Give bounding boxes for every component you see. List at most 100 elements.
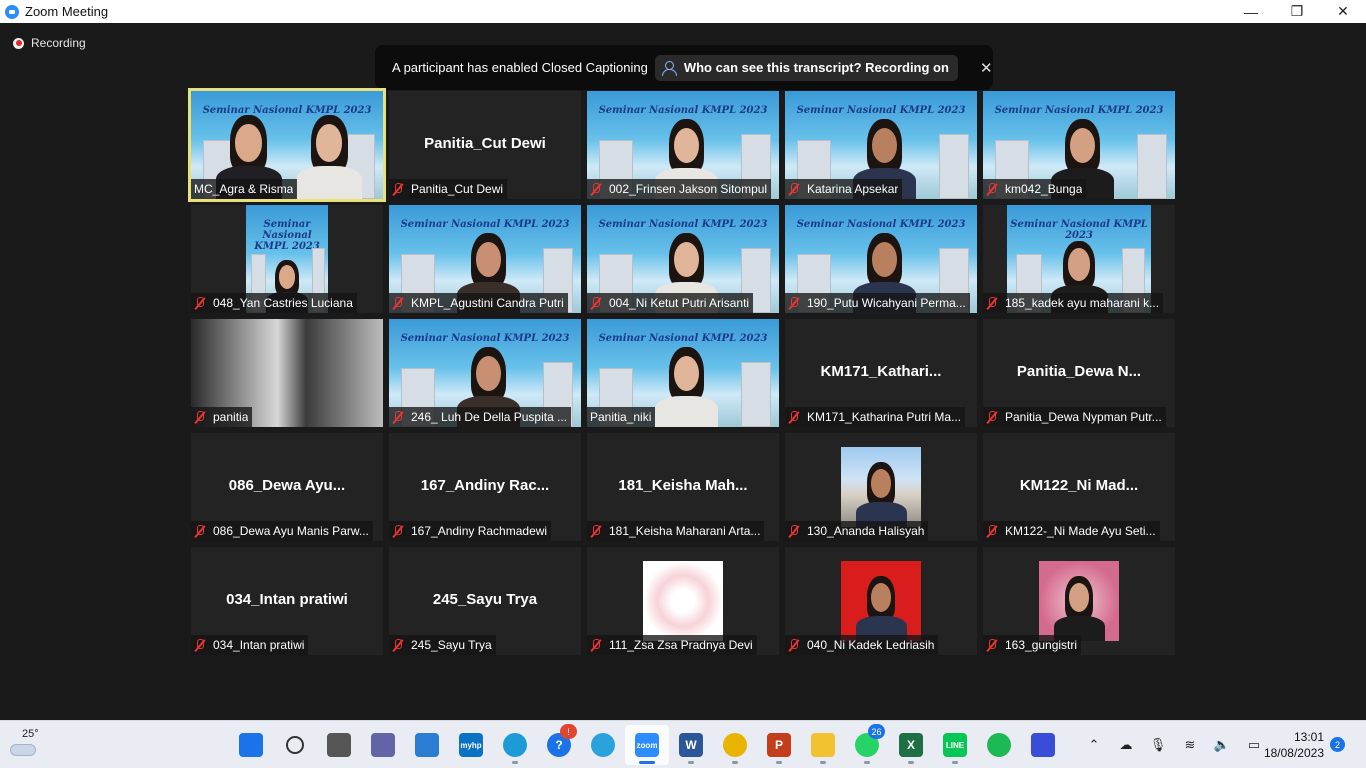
whatsapp-taskbar-button[interactable]: 26 [845,724,889,765]
word-taskbar-button[interactable]: W [669,725,713,765]
profile-picture [841,561,921,641]
participant-name-bar: 034_Intan pratiwi [191,635,309,655]
participant-name-bar: KM122-_Ni Made Ayu Seti... [983,521,1160,541]
microphone-icon[interactable]: 🎙 [1142,725,1174,765]
start-taskbar-button[interactable] [229,725,273,765]
video-background-text: Seminar Nasional KMPL 2023 [254,219,320,252]
edge-taskbar-button[interactable] [493,725,537,765]
participant-name-bar: Katarina Apsekar [785,179,903,199]
participant-tile[interactable]: Panitia_Cut Dewi Panitia_Cut Dewi [389,91,581,199]
close-button[interactable]: ✕ [1320,0,1366,23]
participant-tile[interactable]: Seminar Nasional KMPL 2023 048_Yan Castri… [191,205,383,313]
profile-picture [841,447,921,527]
running-indicator [908,761,914,764]
file-explorer-taskbar-button[interactable] [801,725,845,765]
close-banner-icon[interactable]: ✕ [980,59,993,77]
running-indicator [776,761,782,764]
participant-avatar-name: 167_Andiny Rac... [420,477,550,494]
participant-tile[interactable]: 034_Intan pratiwi 034_Intan pratiwi [191,547,383,655]
participant-name-bar: 181_Keisha Maharani Arta... [587,521,765,541]
participant-name: km042_Bunga [1005,182,1083,196]
participant-tile[interactable]: Panitia_Dewa N... Panitia_Dewa Nypman Put… [983,319,1175,427]
participant-tile[interactable]: KM171_Kathari... KM171_Katharina Putri Ma… [785,319,977,427]
participant-tile[interactable]: Seminar Nasional KMPL 2023 002_Frinsen Ja… [587,91,779,199]
participant-tile[interactable]: Seminar Nasional KMPL 2023 Panitia_niki [587,319,779,427]
mic-muted-icon [392,410,404,424]
participant-tile[interactable]: 163_gungistri [983,547,1175,655]
maximize-button[interactable]: ❐ [1274,0,1320,23]
participant-name: Panitia_Cut Dewi [411,182,504,196]
mic-muted-icon [392,296,404,310]
store-icon [415,733,439,757]
onedrive-icon[interactable]: ☁ [1110,725,1142,765]
participant-name-bar: Panitia_Cut Dewi [389,179,508,199]
participant-tile[interactable]: Seminar Nasional KMPL 2023 MC_Agra & Rism… [188,88,386,202]
background-building [740,362,772,427]
line-icon: LINE [943,733,967,757]
participant-tile[interactable]: panitia [191,319,383,427]
excel-icon: X [899,733,923,757]
store-taskbar-button[interactable] [405,725,449,765]
recording-indicator[interactable]: Recording [13,36,86,50]
minimize-button[interactable]: — [1228,0,1274,23]
participant-tile[interactable]: Seminar Nasional KMPL 2023 185_kadek ayu … [983,205,1175,313]
participant-name-bar: Panitia_Dewa Nypman Putr... [983,407,1166,427]
zoom-icon: zoom [635,733,659,757]
myhp-taskbar-button[interactable]: myhp [449,725,493,765]
telegram-taskbar-button[interactable] [581,725,625,765]
participant-name-bar: 245_Sayu Trya [389,635,496,655]
running-indicator [688,761,694,764]
participant-tile[interactable]: 111_Zsa Zsa Pradnya Devi [587,547,779,655]
search-taskbar-button[interactable] [273,725,317,765]
participant-tile[interactable]: Seminar Nasional KMPL 2023 004_Ni Ketut P… [587,205,779,313]
participant-tile[interactable]: 245_Sayu Trya 245_Sayu Trya [389,547,581,655]
mic-muted-icon [788,524,800,538]
mic-muted-icon [194,410,206,424]
notification-badge[interactable]: 2 [1330,737,1345,752]
participant-tile[interactable]: KM122_Ni Mad... KM122-_Ni Made Ayu Seti..… [983,433,1175,541]
powerpoint-icon: P [767,733,791,757]
participant-name: 034_Intan pratiwi [213,638,305,652]
participant-name-bar: 163_gungistri [983,635,1082,655]
clock-time: 13:01 [1293,730,1324,744]
participant-tile[interactable]: Seminar Nasional KMPL 2023 KMPL_Agustini … [389,205,581,313]
wondershare-taskbar-button[interactable] [1021,725,1065,765]
weather-widget[interactable]: 25° [8,727,48,763]
wifi-icon[interactable]: ≋ [1174,725,1206,765]
chevron-up-icon[interactable]: ⌃ [1078,725,1110,765]
help-taskbar-button[interactable]: ?! [537,724,581,765]
taskbar-apps: myhp?! zoom W P 26 X LINE [229,724,1065,765]
participant-tile[interactable]: Seminar Nasional KMPL 2023 km042_Bunga [983,91,1175,199]
participant-figure [296,100,363,199]
participant-tile[interactable]: Seminar Nasional KMPL 2023 246_ Luh De De… [389,319,581,427]
transcript-info-button[interactable]: Who can see this transcript? Recording o… [654,54,958,81]
zoom-app-icon [5,4,19,19]
edge-icon [503,733,527,757]
participant-name: KM171_Katharina Putri Ma... [807,410,962,424]
excel-taskbar-button[interactable]: X [889,725,933,765]
participant-tile[interactable]: 167_Andiny Rac... 167_Andiny Rachmadewi [389,433,581,541]
mic-muted-icon [590,182,602,196]
clock[interactable]: 13:01 18/08/2023 [1254,729,1324,761]
chrome-taskbar-button[interactable] [713,725,757,765]
person-icon [661,60,677,76]
task-view-taskbar-button[interactable] [317,725,361,765]
zoom-taskbar-button[interactable]: zoom [625,725,669,765]
spotify-taskbar-button[interactable] [977,725,1021,765]
line-taskbar-button[interactable]: LINE [933,725,977,765]
participant-tile[interactable]: Seminar Nasional KMPL 2023 190_Putu Wicah… [785,205,977,313]
caption-message: A participant has enabled Closed Caption… [392,60,648,75]
volume-icon[interactable]: 🔈 [1206,725,1238,765]
participant-name-bar: Panitia_niki [587,407,656,427]
file-explorer-icon [811,733,835,757]
participant-tile[interactable]: 181_Keisha Mah... 181_Keisha Maharani Art… [587,433,779,541]
participant-tile[interactable]: 086_Dewa Ayu... 086_Dewa Ayu Manis Parw..… [191,433,383,541]
participant-name: Katarina Apsekar [807,182,899,196]
powerpoint-taskbar-button[interactable]: P [757,725,801,765]
participant-tile[interactable]: 040_Ni Kadek Ledriasih [785,547,977,655]
profile-picture [1039,561,1119,641]
participant-tile[interactable]: 130_Ananda Halisyah [785,433,977,541]
participant-name: KMPL_Agustini Candra Putri [411,296,564,310]
teams-taskbar-button[interactable] [361,725,405,765]
participant-tile[interactable]: Seminar Nasional KMPL 2023 Katarina Apsek… [785,91,977,199]
